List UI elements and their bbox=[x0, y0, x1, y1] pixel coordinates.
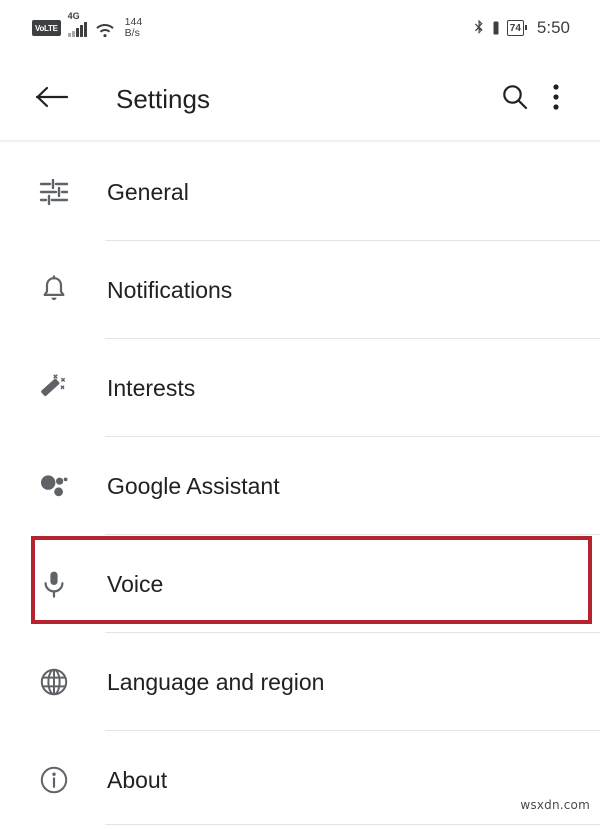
bluetooth-icon bbox=[472, 19, 485, 37]
google-assistant-icon bbox=[34, 466, 74, 506]
list-item-label: Google Assistant bbox=[107, 472, 280, 499]
list-item-label: About bbox=[107, 766, 168, 793]
signal-bar-1 bbox=[67, 32, 71, 37]
network-speed-unit: B/s bbox=[124, 27, 140, 39]
status-bar-right: 74 5:50 bbox=[472, 18, 586, 38]
microphone-icon bbox=[34, 564, 74, 604]
volte-icon: VoLTE bbox=[32, 20, 61, 36]
page-title: Settings bbox=[116, 84, 210, 114]
list-item-label: Language and region bbox=[107, 668, 325, 695]
bell-icon bbox=[34, 270, 74, 310]
tune-sliders-icon bbox=[34, 172, 74, 212]
status-bar-left: VoLTE 4G 144 B/s bbox=[14, 11, 143, 39]
signal-bar-3 bbox=[75, 27, 79, 37]
app-bar: Settings bbox=[0, 56, 600, 143]
back-button[interactable] bbox=[30, 78, 74, 122]
list-item-label: Interests bbox=[107, 374, 196, 401]
list-item-general[interactable]: General bbox=[0, 143, 600, 241]
settings-list: General Notifications Interests Google A… bbox=[0, 143, 600, 829]
list-item-interests[interactable]: Interests bbox=[0, 339, 600, 437]
signal-bar-4 bbox=[79, 24, 83, 37]
list-item-voice[interactable]: Voice bbox=[0, 535, 600, 633]
list-item-label: Voice bbox=[107, 570, 164, 597]
signal-bar-2 bbox=[71, 30, 75, 37]
status-bar-clock: 5:50 bbox=[536, 18, 570, 37]
more-vert-icon bbox=[552, 82, 560, 117]
globe-icon bbox=[34, 662, 74, 702]
list-item-label: General bbox=[107, 178, 189, 205]
list-item-label: Notifications bbox=[107, 276, 233, 303]
vibrate-icon bbox=[492, 20, 500, 36]
search-button[interactable] bbox=[492, 77, 538, 123]
list-bottom-divider bbox=[105, 824, 600, 825]
list-item-language-and-region[interactable]: Language and region bbox=[0, 633, 600, 731]
wifi-icon bbox=[94, 20, 116, 37]
list-item-notifications[interactable]: Notifications bbox=[0, 241, 600, 339]
status-bar: VoLTE 4G 144 B/s 74 5:50 bbox=[0, 0, 600, 56]
network-type-label: 4G bbox=[67, 10, 80, 21]
cellular-signal-icon: 4G bbox=[67, 11, 87, 37]
network-speed-indicator: 144 B/s bbox=[123, 17, 143, 39]
overflow-menu-button[interactable] bbox=[538, 77, 574, 123]
signal-bar-5 bbox=[83, 21, 87, 37]
battery-percent-label: 74 bbox=[509, 22, 521, 34]
battery-indicator: 74 bbox=[506, 20, 528, 36]
search-icon bbox=[500, 82, 530, 117]
watermark: wsxdn.com bbox=[520, 798, 590, 812]
magic-wand-icon bbox=[34, 368, 74, 408]
arrow-back-icon bbox=[35, 84, 69, 115]
list-item-about[interactable]: About bbox=[0, 731, 600, 829]
info-circle-icon bbox=[34, 760, 74, 800]
list-item-google-assistant[interactable]: Google Assistant bbox=[0, 437, 600, 535]
